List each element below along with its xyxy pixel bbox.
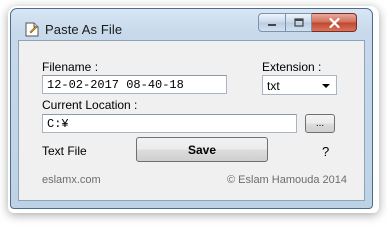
location-label: Current Location : <box>42 98 138 112</box>
caption-buttons <box>258 13 357 32</box>
browse-label: ... <box>315 118 325 129</box>
file-icon <box>25 22 39 37</box>
copyright-text: © Eslam Hamouda 2014 <box>227 174 348 186</box>
dialog-window: Paste As File Filename : 12-02-2017 08-4… <box>10 8 373 209</box>
help-button[interactable]: ? <box>322 144 329 159</box>
minimize-button[interactable] <box>258 13 286 32</box>
extension-select[interactable]: txt <box>262 75 337 95</box>
extension-label: Extension : <box>262 60 322 74</box>
maximize-icon <box>293 18 304 27</box>
filename-label: Filename : <box>42 60 99 74</box>
save-button[interactable]: Save <box>136 137 268 162</box>
minimize-icon <box>268 23 276 26</box>
maximize-button[interactable] <box>286 13 312 32</box>
title-bar[interactable]: Paste As File <box>11 9 372 41</box>
window-title: Paste As File <box>45 22 123 37</box>
dialog-body: Filename : 12-02-2017 08-40-18 Extension… <box>18 40 365 201</box>
close-icon <box>328 17 340 28</box>
extension-value: txt <box>267 79 280 93</box>
browse-button[interactable]: ... <box>305 114 335 133</box>
location-input[interactable]: C:¥ <box>42 114 297 133</box>
close-button[interactable] <box>312 13 357 32</box>
file-type-label: Text File <box>42 144 87 158</box>
filename-input[interactable]: 12-02-2017 08-40-18 <box>42 75 227 94</box>
website-link[interactable]: eslamx.com <box>42 174 101 186</box>
save-label: Save <box>187 142 217 157</box>
chevron-down-icon <box>322 84 330 88</box>
